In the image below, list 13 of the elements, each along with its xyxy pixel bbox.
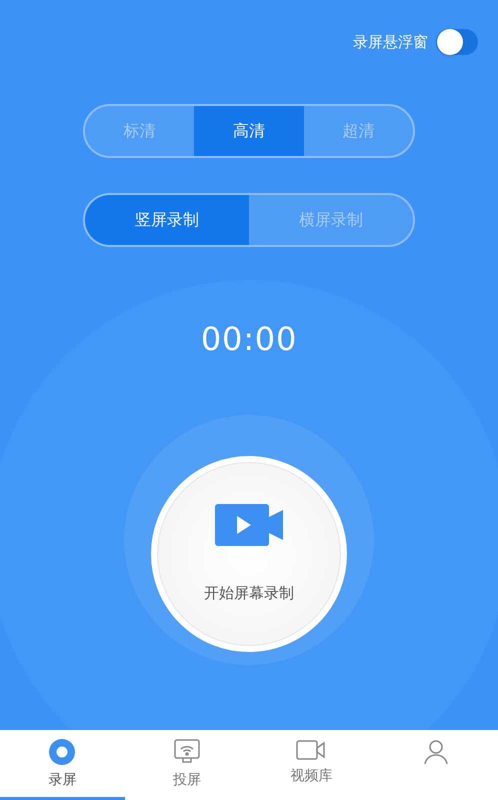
tab-bar-item[interactable]: 投屏 bbox=[124, 730, 249, 800]
quality-option[interactable]: 高清 bbox=[194, 106, 304, 156]
tab-bar-item[interactable]: 视频库 bbox=[249, 730, 374, 800]
video-camera-icon bbox=[215, 504, 283, 546]
person-icon bbox=[422, 738, 450, 766]
toggle-switch[interactable] bbox=[436, 29, 478, 55]
floating-window-label: 录屏悬浮窗 bbox=[353, 32, 428, 53]
orientation-option[interactable]: 竖屏录制 bbox=[85, 195, 249, 245]
wifi-screen-icon bbox=[172, 738, 201, 766]
timer: 00:00 bbox=[200, 319, 298, 360]
video-camera-icon bbox=[295, 738, 328, 762]
tab-bar-item[interactable]: 录屏 bbox=[0, 730, 124, 800]
record-icon bbox=[48, 738, 76, 766]
